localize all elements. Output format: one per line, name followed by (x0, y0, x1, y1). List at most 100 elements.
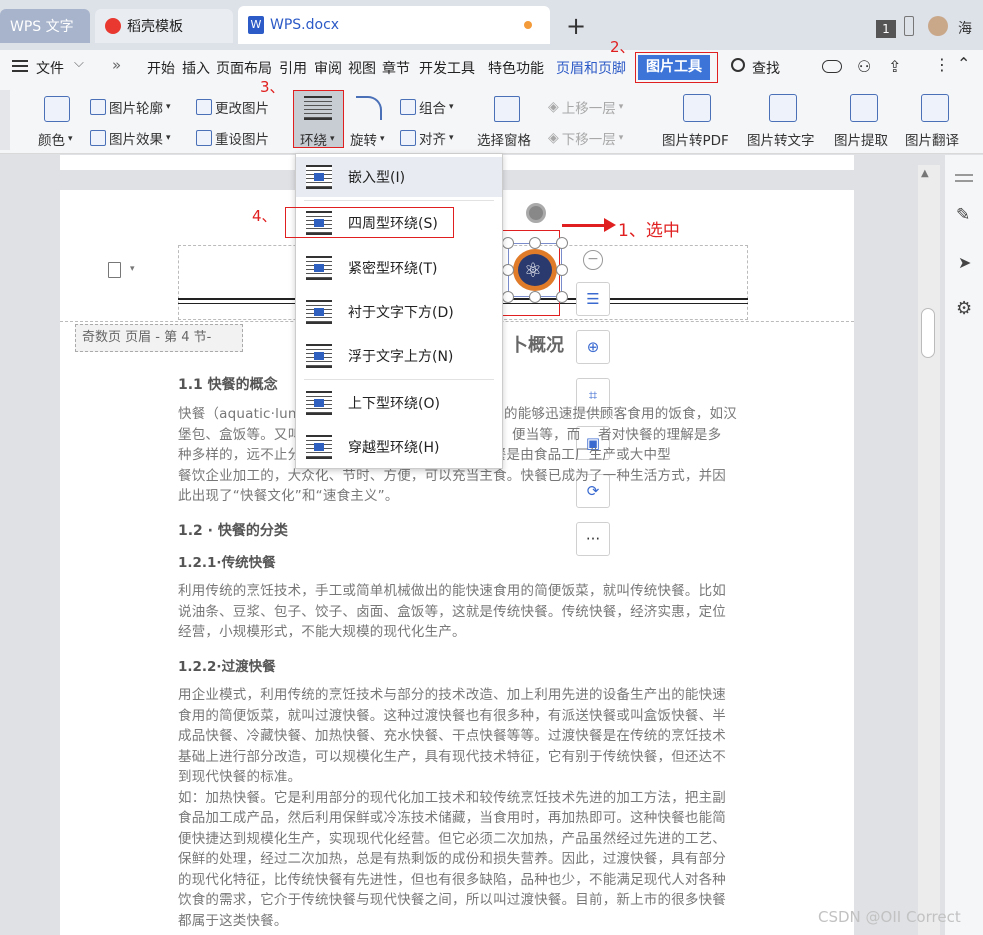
menu-start[interactable]: 开始 (147, 58, 175, 78)
menu-header-footer[interactable]: 页眉和页脚 (556, 58, 626, 78)
wrap-top-bottom-icon (306, 391, 332, 415)
cloud-sync-icon[interactable] (822, 60, 842, 73)
pen-icon[interactable]: ✎ (956, 205, 970, 225)
color-button[interactable]: 颜色 ▾ (38, 129, 73, 149)
header-label[interactable]: 奇数页 页眉 - 第 4 节- (75, 324, 243, 352)
float-wrap-button[interactable]: ☰ (576, 282, 610, 316)
search-icon[interactable] (731, 58, 745, 72)
picture-outline-button[interactable]: 图片轮廓 ▾ (90, 97, 171, 117)
tab-daoke-templates[interactable]: 稻壳模板 (95, 9, 233, 43)
window-separator (904, 16, 914, 36)
to-text-button[interactable]: 图片转文字 (747, 129, 815, 149)
find-button[interactable]: 查找 (752, 58, 780, 78)
user-name: 海 (958, 21, 972, 37)
wrap-behind-text[interactable]: 衬于文字下方(D) (296, 292, 502, 332)
menu-review[interactable]: 审阅 (314, 58, 342, 78)
outline-icon (90, 99, 106, 115)
sidebar-collapse-icon[interactable] (955, 174, 973, 182)
watermark: CSDN @OII Correct (818, 908, 961, 926)
reset-picture-icon (196, 130, 212, 146)
cursor-icon[interactable]: ➤ (958, 253, 971, 272)
file-menu[interactable]: 文件 (36, 58, 64, 78)
right-sidebar (945, 155, 983, 935)
menu-references[interactable]: 引用 (279, 58, 307, 78)
collapse-float-icon[interactable]: − (583, 250, 603, 270)
crop-icon: ⌗ (588, 386, 598, 404)
rotate-icon (356, 96, 382, 120)
collapse-ribbon-icon[interactable]: ⌃ (957, 54, 970, 73)
chevron-down-icon[interactable]: ▾ (130, 264, 135, 274)
title-fragment: 卜概况 (510, 335, 564, 356)
menu-chapter[interactable]: 章节 (382, 58, 410, 78)
wrap-dropdown-menu: 嵌入型(I) 四周型环绕(S) 紧密型环绕(T) 衬于文字下方(D) 浮于文字上… (295, 153, 503, 469)
select-pane-button[interactable]: 选择窗格 (477, 129, 531, 149)
wrap-top-bottom[interactable]: 上下型环绕(O) (296, 383, 502, 423)
tab-document[interactable]: W WPS.docx (238, 6, 550, 44)
annotation-2: 2、 (610, 38, 635, 56)
window-count-badge[interactable]: 1 (876, 20, 896, 38)
to-pdf-button[interactable]: 图片转PDF (662, 129, 729, 149)
share-icon[interactable]: ⇪ (888, 57, 901, 76)
wrap-label: 环绕 ▾ (300, 133, 335, 149)
menu-picture-tools[interactable]: 图片工具 (638, 55, 710, 80)
scroll-up-icon[interactable]: ▲ (921, 168, 929, 179)
settings-sliders-icon[interactable]: ⚙ (956, 298, 972, 319)
align-button[interactable]: 对齐 ▾ (400, 128, 454, 148)
wrap-inline[interactable]: 嵌入型(I) (296, 157, 502, 197)
chevron-down-icon[interactable]: ⌵ (74, 56, 84, 71)
rotate-handle-icon[interactable] (526, 203, 546, 223)
group-button[interactable]: 组合 ▾ (400, 97, 454, 117)
to-text-icon (769, 94, 797, 122)
wrap-tight[interactable]: 紧密型环绕(T) (296, 248, 502, 288)
select-pane-icon (494, 96, 520, 122)
float-zoom-button[interactable]: ⊕ (576, 330, 610, 364)
translate-button[interactable]: 图片翻译 (905, 129, 959, 149)
wrap-through[interactable]: 穿越型环绕(H) (296, 427, 502, 467)
header-doc-icon[interactable] (108, 262, 121, 278)
new-tab-button[interactable]: + (566, 12, 586, 40)
extract-button[interactable]: 图片提取 (834, 129, 888, 149)
menu-developer[interactable]: 开发工具 (419, 58, 475, 78)
annotation-box-4 (285, 207, 454, 238)
picture-effect-button[interactable]: 图片效果 ▾ (90, 128, 171, 148)
scroll-thumb[interactable] (921, 308, 935, 358)
layer-up-icon: ◈ (548, 99, 559, 115)
tab-label: WPS.docx (270, 17, 340, 33)
float-more-button[interactable]: ··· (576, 522, 610, 556)
tab-label: 稻壳模板 (127, 19, 183, 35)
annotation-4: 4、 (252, 207, 277, 225)
translate-icon (921, 94, 949, 122)
reset-picture-button[interactable]: 重设图片 (196, 128, 269, 148)
rotate-button[interactable]: 旋转 ▾ (350, 129, 385, 149)
extract-icon (850, 94, 878, 122)
word-doc-icon: W (248, 16, 264, 34)
change-picture-button[interactable]: 更改图片 (196, 97, 269, 117)
collaborate-icon[interactable]: ⚇ (857, 57, 871, 76)
heading-1-2: 1.2 · 快餐的分类 (178, 523, 288, 539)
wrap-in-front-text[interactable]: 浮于文字上方(N) (296, 336, 502, 376)
menu-special[interactable]: 特色功能 (488, 58, 544, 78)
ribbon-left-edge (0, 90, 10, 150)
zoom-icon: ⊕ (586, 338, 600, 356)
wrap-icon (304, 96, 332, 120)
bring-forward-button[interactable]: ◈ 上移一层 ▾ (548, 97, 623, 117)
layer-down-icon: ◈ (548, 130, 559, 146)
resize-handles[interactable] (502, 237, 568, 303)
color-label: 颜色 (38, 133, 65, 149)
paragraph-3: 用企业模式，利用传统的烹饪技术与部分的技术改造、加上利用先进的设备生产出的能快速… (178, 687, 726, 929)
menu-insert[interactable]: 插入 (182, 58, 210, 78)
more-options-icon[interactable]: ⋮ (934, 55, 950, 74)
annotation-1: 1、选中 (618, 221, 680, 241)
menu-page-layout[interactable]: 页面布局 (216, 58, 272, 78)
change-picture-icon (196, 99, 212, 115)
more-icon: ··· (585, 530, 601, 548)
tab-wps-writer[interactable]: WPS 文字 (0, 9, 90, 43)
change-label: 更改图片 (215, 101, 269, 117)
vertical-scrollbar[interactable] (918, 165, 940, 935)
hamburger-icon[interactable] (12, 60, 28, 72)
send-backward-button[interactable]: ◈ 下移一层 ▾ (548, 128, 623, 148)
menu-view[interactable]: 视图 (348, 58, 376, 78)
more-menus-icon[interactable]: » (112, 56, 121, 74)
group-icon (400, 99, 416, 115)
avatar[interactable] (928, 16, 948, 36)
